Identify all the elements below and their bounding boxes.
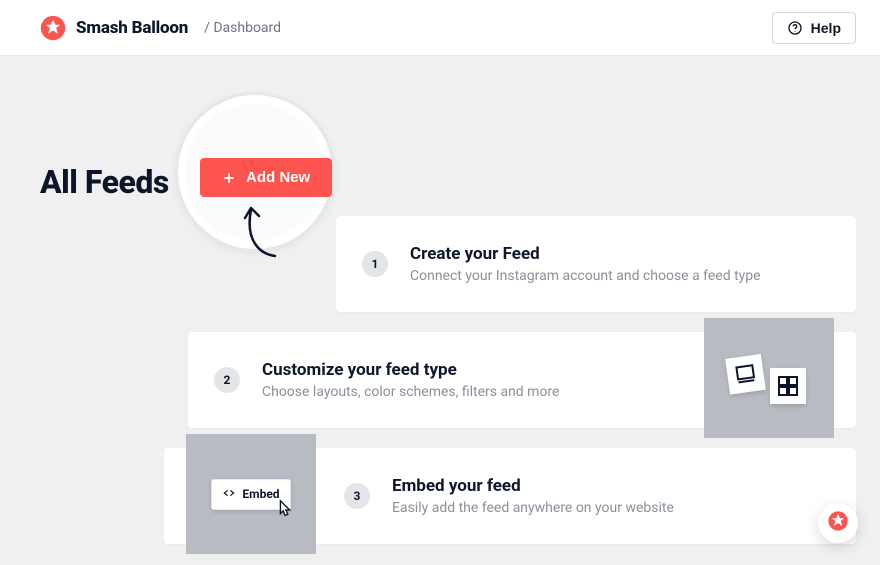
add-new-button-label: Add New <box>246 169 310 186</box>
embed-preview-thumbnail: Embed <box>186 434 316 554</box>
step-card-create-feed: 1 Create your Feed Connect your Instagra… <box>336 216 856 312</box>
layout-preview-thumbnail <box>704 318 834 438</box>
smash-balloon-badge-icon <box>827 510 849 536</box>
help-button-label: Help <box>811 20 841 36</box>
help-circle-icon <box>787 20 803 36</box>
step-title: Customize your feed type <box>262 360 676 380</box>
breadcrumb: / Dashboard <box>204 20 281 36</box>
page-title-wrap: All Feeds <box>40 153 169 201</box>
layout-grid-icon <box>770 368 806 404</box>
brand: Smash Balloon / Dashboard <box>40 15 281 41</box>
step-description: Connect your Instagram account and choos… <box>410 268 830 284</box>
brand-name: Smash Balloon <box>76 18 188 38</box>
step-card-embed-feed: Embed 3 Embed your feed Easily add the f… <box>164 448 856 544</box>
step-number-badge: 2 <box>214 367 240 393</box>
code-icon <box>222 486 236 503</box>
step-number-badge: 3 <box>344 483 370 509</box>
smash-balloon-logo-icon <box>40 15 66 41</box>
page-title: All Feeds <box>40 163 169 201</box>
step-card-customize-feed: 2 Customize your feed type Choose layout… <box>188 332 856 428</box>
plus-icon <box>222 171 236 185</box>
step-title: Embed your feed <box>392 476 830 496</box>
step-title: Create your Feed <box>410 244 830 264</box>
layout-card-icon <box>725 354 766 395</box>
main-content: All Feeds Add New 1 Create your Feed Con… <box>0 56 880 122</box>
smash-balloon-beacon-button[interactable] <box>818 503 858 543</box>
step-number-badge: 1 <box>362 251 388 277</box>
add-new-button[interactable]: Add New <box>200 158 332 197</box>
step-description: Easily add the feed anywhere on your web… <box>392 500 830 516</box>
top-bar: Smash Balloon / Dashboard Help <box>0 0 880 56</box>
cursor-pointer-icon <box>274 498 296 520</box>
onboarding-steps: 1 Create your Feed Connect your Instagra… <box>40 216 856 544</box>
step-description: Choose layouts, color schemes, filters a… <box>262 384 676 400</box>
help-button[interactable]: Help <box>772 12 856 44</box>
